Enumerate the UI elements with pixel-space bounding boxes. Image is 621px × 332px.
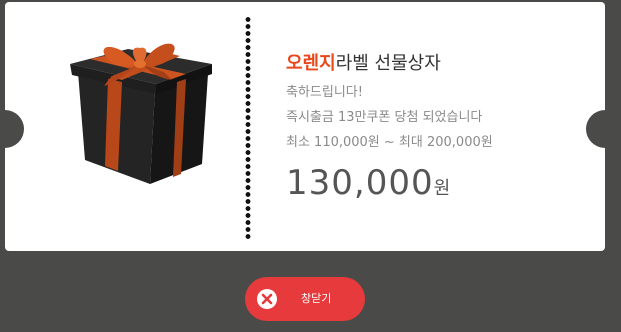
perforation-divider [245, 16, 251, 240]
prize-title-rest: 라벨 선물상자 [335, 53, 441, 74]
close-icon [257, 289, 277, 309]
prize-info: 오렌지라벨 선물상자 축하드립니다! 즉시출금 13만쿠폰 당첨 되었습니다 최… [286, 50, 493, 209]
reward-ticket: 오렌지라벨 선물상자 축하드립니다! 즉시출금 13만쿠폰 당첨 되었습니다 최… [0, 2, 621, 251]
gift-box-icon [60, 34, 220, 184]
prize-amount-unit: 원 [433, 178, 451, 199]
prize-amount: 130,000원 [286, 163, 493, 209]
ticket-notch-right [586, 110, 621, 148]
congrats-text: 축하드립니다! [286, 85, 363, 100]
ticket-notch-left [0, 110, 24, 148]
close-button-label: 창닫기 [301, 293, 332, 305]
prize-title: 오렌지라벨 선물상자 [286, 50, 493, 78]
prize-title-brand: 오렌지 [286, 53, 336, 74]
prize-range-text: 최소 110,000원 ~ 최대 200,000원 [286, 135, 493, 150]
prize-amount-value: 130,000 [286, 163, 434, 203]
close-window-button[interactable]: 창닫기 [245, 277, 365, 321]
coupon-detail-text: 즉시출금 13만쿠폰 당첨 되었습니다 [286, 110, 483, 125]
